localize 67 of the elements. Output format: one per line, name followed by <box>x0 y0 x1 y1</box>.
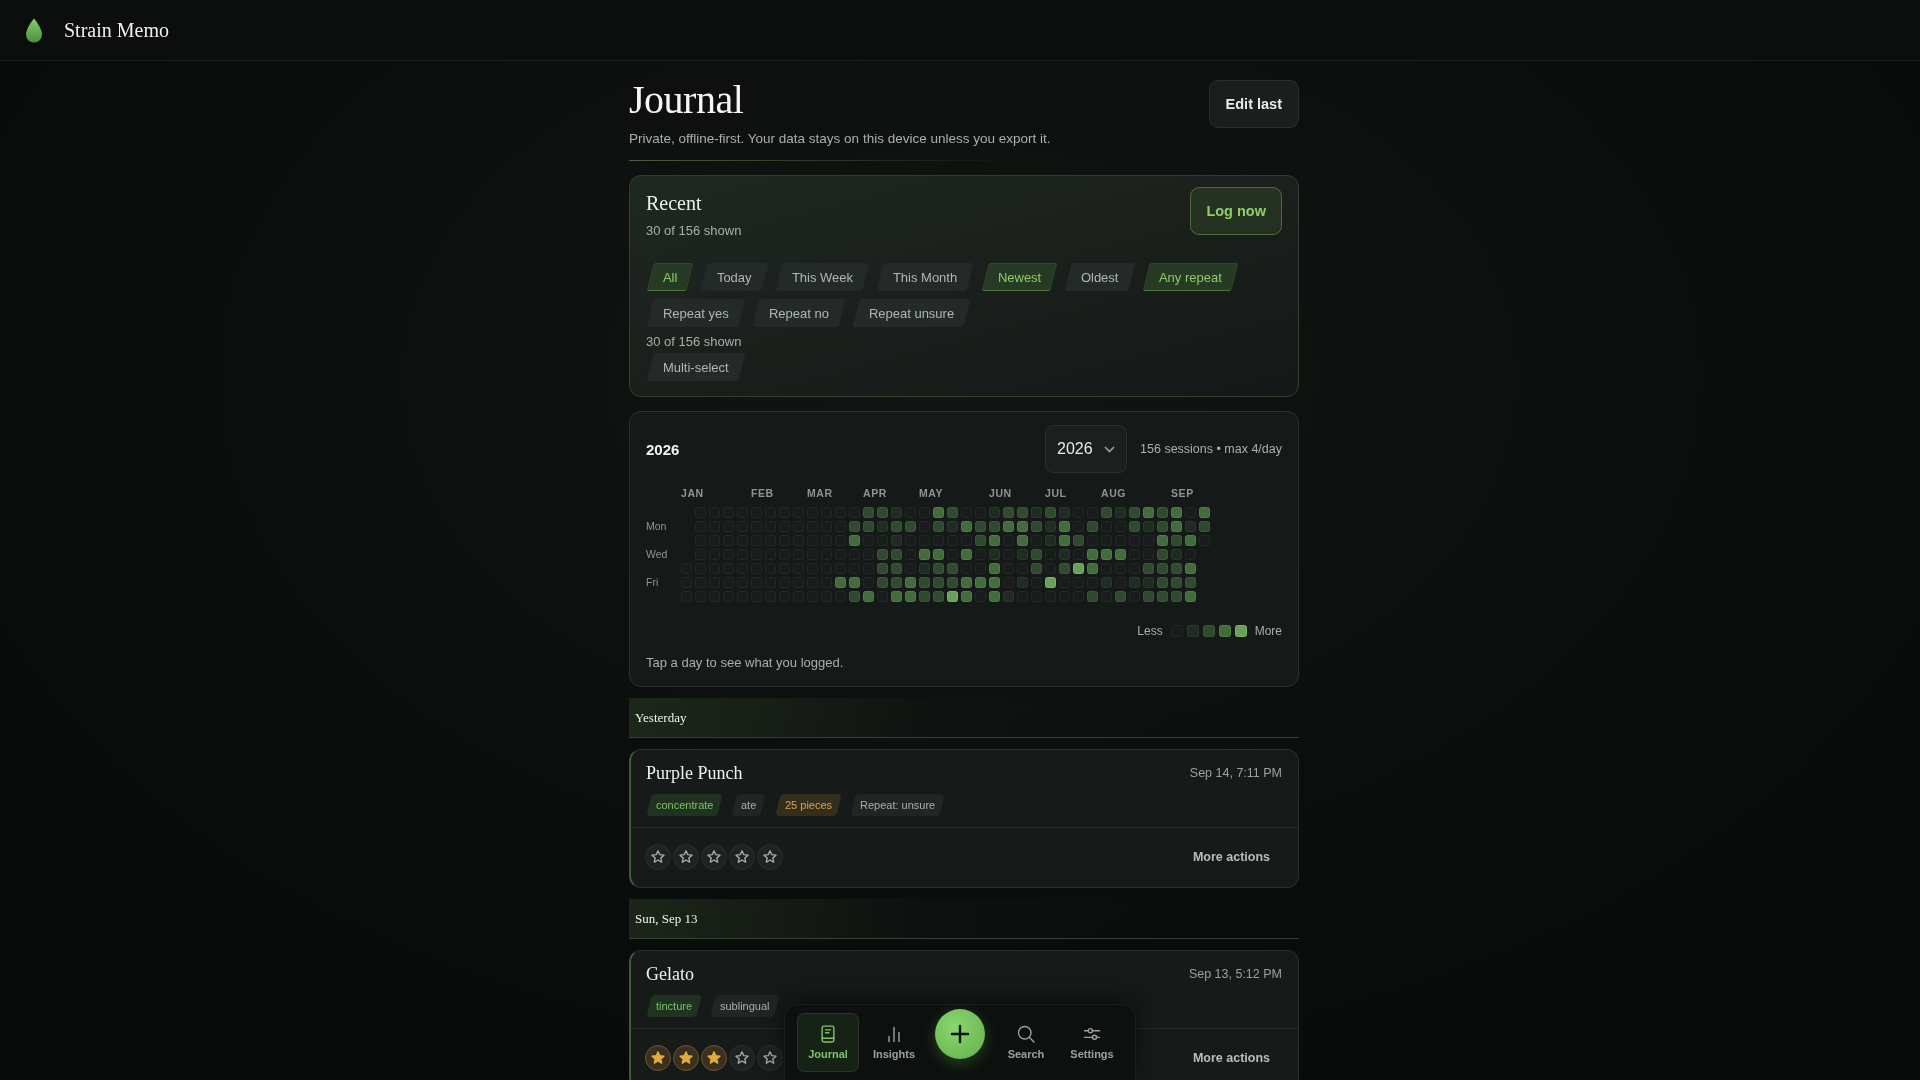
month-label: JAN <box>681 487 705 500</box>
day-heading: Sun, Sep 13 <box>629 899 1299 939</box>
calendar-hint: Tap a day to see what you logged. <box>646 655 845 670</box>
weekday-label: Wed <box>646 549 669 560</box>
page-subtitle: Private, offline-first. Your data stays on this device unless you export it. <box>629 131 1051 147</box>
month-label: APR <box>863 487 888 500</box>
section-title: Recent <box>646 191 703 215</box>
month-label: MAY <box>919 487 945 500</box>
entry-count: 30 of 156 shown <box>646 223 742 239</box>
month-label: AUG <box>1101 487 1128 500</box>
filter-chip[interactable]: All <box>646 263 694 291</box>
star-rating[interactable] <box>645 844 783 870</box>
weekday-label: Mon <box>646 521 668 532</box>
weekday-label: Fri <box>646 577 660 588</box>
calendar-year-title: 2026 <box>646 440 681 458</box>
entry-tag: tincture <box>646 995 702 1017</box>
year-select[interactable]: 2026 <box>1045 425 1128 473</box>
legend-more-label: More <box>1254 624 1282 638</box>
month-label: JUL <box>1045 487 1068 500</box>
plus-icon <box>950 1024 970 1044</box>
nav-tab[interactable]: Journal <box>797 1013 859 1072</box>
chevron-down-icon <box>1104 445 1116 453</box>
search-icon <box>1016 1024 1036 1044</box>
entry-tag: 25 pieces <box>775 794 842 816</box>
strain-name: Purple Punch <box>646 762 743 784</box>
entry-time: Sep 13, 5:12 PM <box>1188 967 1282 981</box>
day-heading: Yesterday <box>629 698 1299 738</box>
edit-last-button[interactable]: Edit last <box>1208 80 1299 128</box>
filter-chip[interactable]: Newest <box>981 263 1058 291</box>
legend-swatch-icon <box>1234 625 1247 637</box>
filter-chip[interactable]: Repeat no <box>752 299 846 327</box>
filter-chip[interactable]: Repeat yes <box>646 299 746 327</box>
legend-swatch-icon <box>1202 625 1215 637</box>
more-actions-button[interactable]: More actions <box>1180 1045 1282 1071</box>
legend-swatch-icon <box>1186 625 1199 637</box>
filter-chip[interactable]: Repeat unsure <box>852 299 971 327</box>
page-title: Journal <box>629 77 745 123</box>
filter-chip[interactable]: Today <box>700 263 769 291</box>
nav-tab[interactable]: Search <box>995 1013 1057 1072</box>
entry-tag: sublingual <box>710 995 780 1017</box>
nav-tab[interactable]: Settings <box>1061 1013 1123 1072</box>
multi-select-toggle[interactable]: Multi-select <box>646 353 746 381</box>
calendar-summary: 156 sessions • max 4/day <box>1140 442 1282 456</box>
filter-chip[interactable]: Any repeat <box>1142 263 1238 291</box>
legend-swatch-icon <box>1218 625 1231 637</box>
add-button[interactable] <box>935 1009 985 1059</box>
legend-less-label: Less <box>1137 624 1163 638</box>
activity-heatmap-drawing[interactable] <box>681 507 1210 602</box>
filter-chip[interactable]: This Week <box>775 263 870 291</box>
nav-tab[interactable]: Insights <box>863 1013 925 1072</box>
more-actions-button[interactable]: More actions <box>1180 844 1282 870</box>
entry-time: Sep 14, 7:11 PM <box>1189 766 1282 780</box>
strain-name: Gelato <box>646 963 694 985</box>
star-rating[interactable] <box>645 1045 783 1071</box>
log-now-button[interactable]: Log now <box>1190 187 1282 235</box>
month-label: JUN <box>989 487 1013 500</box>
entry-tag: ate <box>731 794 767 816</box>
book-icon <box>818 1024 838 1044</box>
app-title: Strain Memo <box>64 18 169 42</box>
entry-tag: Repeat: unsure <box>850 794 945 816</box>
month-label: FEB <box>751 487 775 500</box>
entry-count: 30 of 156 shown <box>646 334 743 350</box>
month-label: MAR <box>807 487 834 500</box>
month-label: SEP <box>1171 487 1195 500</box>
droplet-icon <box>25 17 43 43</box>
entry-tag: concentrate <box>646 794 724 816</box>
filter-chip[interactable]: Oldest <box>1064 263 1136 291</box>
